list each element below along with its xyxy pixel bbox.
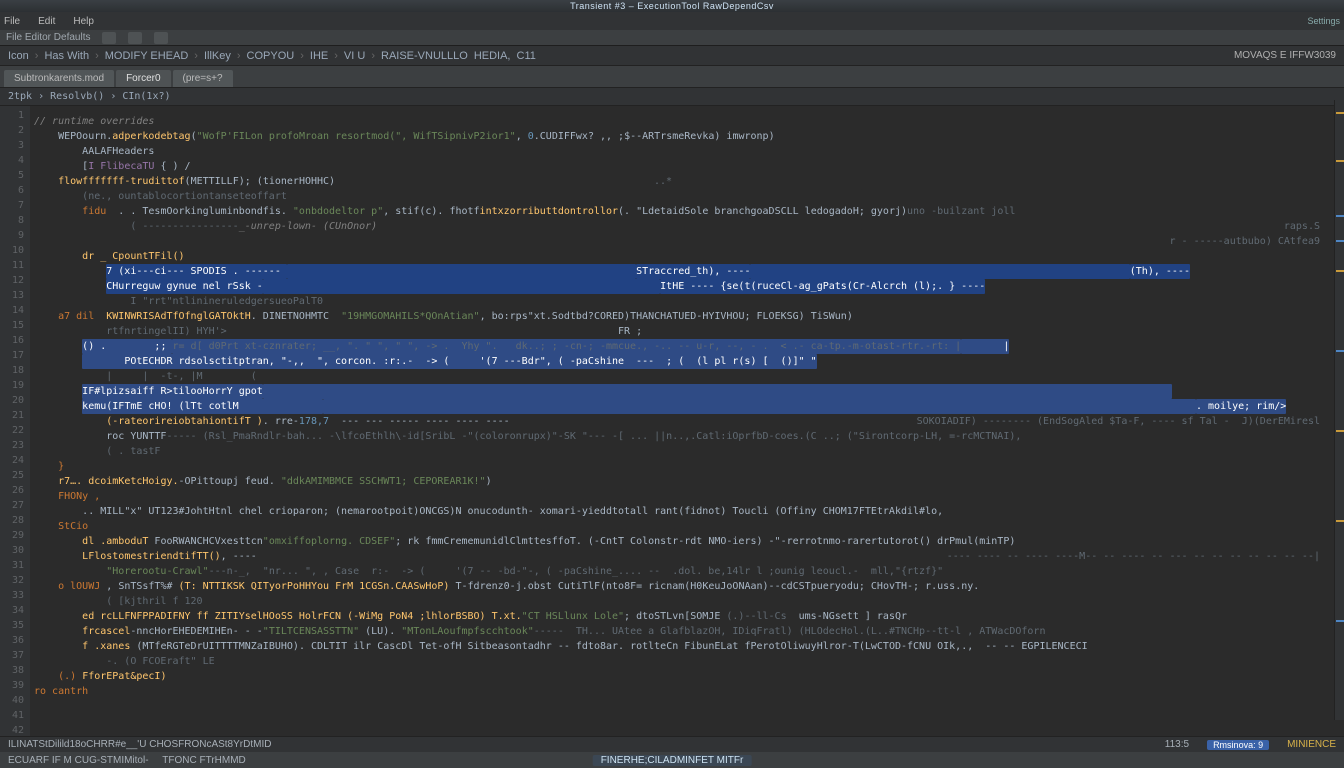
code-line[interactable]: ( . tastF bbox=[34, 444, 1336, 459]
breadcrumb-item[interactable]: COPYOU bbox=[247, 50, 295, 62]
code-line[interactable]: ( ----------------_-unrep-lown- (CUnOnor… bbox=[34, 219, 1336, 234]
footer-text-left: ECUARF IF M CUG-STMIMitol- bbox=[8, 755, 149, 766]
breadcrumb-item[interactable]: RAISE-VNULLLO bbox=[381, 50, 468, 62]
code-line[interactable]: o lOUWJ , SnTSsfT%# (T: NTTIKSK QITyorPo… bbox=[34, 579, 1336, 594]
code-line[interactable]: flowfffffff-trudittof(METTILLF); (tioner… bbox=[34, 174, 1336, 189]
code-line[interactable]: .. MILL"x" UT123#JohtHtnl chel crioparon… bbox=[34, 504, 1336, 519]
file-tab-active[interactable]: Forcer0 bbox=[116, 70, 170, 87]
inspection-mark[interactable] bbox=[1336, 270, 1344, 272]
code-line[interactable]: StCio bbox=[34, 519, 1336, 534]
code-line[interactable]: WEPOourn.adperkodebtag("WofP'FILon profo… bbox=[34, 129, 1336, 144]
code-line[interactable]: dl .amboduT FooRWANCHCVxesttcn"omxiffopl… bbox=[34, 534, 1336, 549]
breadcrumb-item[interactable]: C11 bbox=[517, 50, 536, 62]
breadcrumb-item[interactable]: IHE bbox=[310, 50, 328, 62]
code-line[interactable]: IF#lpizsaiff R>tilooHorrY gpot bbox=[34, 384, 1336, 399]
editor-subheader: 2tpk› Resolvb()› CIn(1x?) bbox=[0, 88, 1344, 106]
sub-menu-label: File Editor Defaults bbox=[6, 32, 90, 43]
file-tab[interactable]: (pre=s+? bbox=[173, 70, 233, 87]
cursor-position[interactable]: 113:5 bbox=[1165, 739, 1189, 750]
window-title: Transient #3 – ExecutionTool RawDependCs… bbox=[0, 0, 1344, 12]
code-line[interactable]: rtfnrtingelII) HYH'> FR ; bbox=[34, 324, 1336, 339]
inspection-mark[interactable] bbox=[1336, 240, 1344, 242]
code-line[interactable]: (.) FforEPat&pecI) bbox=[34, 669, 1336, 684]
menu-edit[interactable]: Edit bbox=[38, 16, 55, 27]
menu-bar: File Edit Help Settings bbox=[0, 12, 1344, 30]
code-line[interactable]: (-rateorireiobtahiontifT ). rre-178,7 --… bbox=[34, 414, 1336, 429]
inspection-mark[interactable] bbox=[1336, 160, 1344, 162]
code-line[interactable]: I "rrt"ntlinineruledgersueoPalT0 bbox=[34, 294, 1336, 309]
footer-bar: ECUARF IF M CUG-STMIMitol- TFONC FTrHMMD… bbox=[0, 752, 1344, 768]
code-line[interactable]: 7 (xi---ci--- SPODIS . ------ STraccred_… bbox=[34, 264, 1336, 279]
code-line[interactable]: f .xanes (MTfeRGTeDrUITTTTMNZaIBUHO). CD… bbox=[34, 639, 1336, 654]
breadcrumb-right-info: MOVAQS E IFFW3039 bbox=[1234, 50, 1336, 61]
code-line[interactable]: a7 dil KWINWRISAdTfOfnglGATOktH. DINETNO… bbox=[34, 309, 1336, 324]
code-line[interactable]: ed rcLLFNFPPADIFNY ff ZITIYselHOoSS Holr… bbox=[34, 609, 1336, 624]
code-line[interactable]: LFlostomestriendtifTT(), -------- ---- -… bbox=[34, 549, 1336, 564]
code-line[interactable]: roc YUNTTF----- (Rsl_PmaRndlr-bah... -\l… bbox=[34, 429, 1336, 444]
inspection-mark[interactable] bbox=[1336, 215, 1344, 217]
file-tabs: Subtronkarents.mod Forcer0 (pre=s+? bbox=[0, 66, 1344, 88]
breadcrumb-item[interactable]: Has With bbox=[44, 50, 89, 62]
inspection-mark[interactable] bbox=[1336, 430, 1344, 432]
toolbar-button-1[interactable] bbox=[102, 32, 116, 44]
toolbar-button-2[interactable] bbox=[128, 32, 142, 44]
inspection-mark[interactable] bbox=[1336, 112, 1344, 114]
menu-help[interactable]: Help bbox=[73, 16, 94, 27]
breadcrumb-item[interactable]: Icon bbox=[8, 50, 29, 62]
code-line[interactable]: dr _ CpountTFil() bbox=[34, 249, 1336, 264]
code-line[interactable]: (ne., ountablocortiontanseteoffart bbox=[34, 189, 1336, 204]
sub-menu-bar: File Editor Defaults bbox=[0, 30, 1344, 46]
footer-text-left2: TFONC FTrHMMD bbox=[162, 755, 246, 766]
code-editor[interactable]: 1234567891011121314151617181920212223242… bbox=[0, 106, 1344, 736]
code-line[interactable]: "Horerootu-Crawl"---n-_, "nr... ", , Cas… bbox=[34, 564, 1336, 579]
code-line[interactable]: r - -----autbubo) CAtfea9 bbox=[34, 234, 1336, 249]
breadcrumb-item[interactable]: VI U bbox=[344, 50, 365, 62]
code-line[interactable]: frcascel-nncHorEHEDEMIHEn- - -"TILTCENSA… bbox=[34, 624, 1336, 639]
code-line[interactable]: | | -t-, |M ( bbox=[34, 369, 1336, 384]
file-tab[interactable]: Subtronkarents.mod bbox=[4, 70, 114, 87]
structure-crumb[interactable]: 2tpk bbox=[8, 91, 32, 102]
toolbar-button-3[interactable] bbox=[154, 32, 168, 44]
inspection-mark[interactable] bbox=[1336, 620, 1344, 622]
code-line[interactable]: CHurreguw gynue nel rSsk - ItHE ---- {se… bbox=[34, 279, 1336, 294]
structure-crumb[interactable]: Resolvb() bbox=[50, 91, 104, 102]
code-line[interactable]: ( [kjthril f 120 bbox=[34, 594, 1336, 609]
inspection-strip[interactable] bbox=[1334, 100, 1344, 720]
inspection-mark[interactable] bbox=[1336, 350, 1344, 352]
code-line[interactable]: AALAFHeaders bbox=[34, 144, 1336, 159]
structure-crumb[interactable]: CIn(1x?) bbox=[122, 91, 170, 102]
code-area[interactable]: // runtime overrides WEPOourn.adperkodeb… bbox=[30, 106, 1344, 736]
breadcrumb-item[interactable]: MODIFY EHEAD bbox=[105, 50, 189, 62]
code-line[interactable]: POtECHDR rdsolsctitptran, "-,, ", corcon… bbox=[34, 354, 1336, 369]
code-line[interactable]: r7…. dcoimKetcHoigy.-OPittoupj feud. "dd… bbox=[34, 474, 1336, 489]
line-number-gutter: 1234567891011121314151617181920212223242… bbox=[0, 106, 30, 736]
code-line[interactable]: } bbox=[34, 459, 1336, 474]
code-line[interactable]: // runtime overrides bbox=[34, 114, 1336, 129]
code-line[interactable]: -. (O FCOEraft" LE bbox=[34, 654, 1336, 669]
code-line[interactable]: [I FlibecaTU { ) / bbox=[34, 159, 1336, 174]
inspection-mark[interactable] bbox=[1336, 520, 1344, 522]
breadcrumb-item[interactable]: IllKey bbox=[204, 50, 231, 62]
breadcrumb-item[interactable]: HEDIA, bbox=[474, 50, 511, 62]
status-bar: ILINATStDilild18oCHRR#e__'U CHOSFRONcASt… bbox=[0, 736, 1344, 752]
code-line[interactable]: kemu(IFTmE cHO! (lTt cotlM . moilye; rim… bbox=[34, 399, 1336, 414]
code-line[interactable]: ro cantrh bbox=[34, 684, 1336, 699]
menu-file[interactable]: File bbox=[4, 16, 20, 27]
encoding-label[interactable]: MINIENCE bbox=[1287, 739, 1336, 750]
footer-pill[interactable]: FINERHE;CILADMINFET MITFr bbox=[593, 755, 752, 766]
code-line[interactable]: () . ;; r= d[ d0Prt xt-cznrater; __, ". … bbox=[34, 339, 1336, 354]
code-line[interactable]: fidu . . TesmOorkingluminbondfis. "onbdo… bbox=[34, 204, 1336, 219]
code-line[interactable]: FHONy , bbox=[34, 489, 1336, 504]
status-badge[interactable]: Rmsinova: 9 bbox=[1207, 740, 1269, 750]
breadcrumb: Icon› Has With› MODIFY EHEAD› IllKey› CO… bbox=[0, 46, 1344, 66]
status-message: ILINATStDilild18oCHRR#e__'U CHOSFRONcASt… bbox=[8, 739, 271, 750]
menu-settings-link[interactable]: Settings bbox=[1307, 16, 1340, 26]
